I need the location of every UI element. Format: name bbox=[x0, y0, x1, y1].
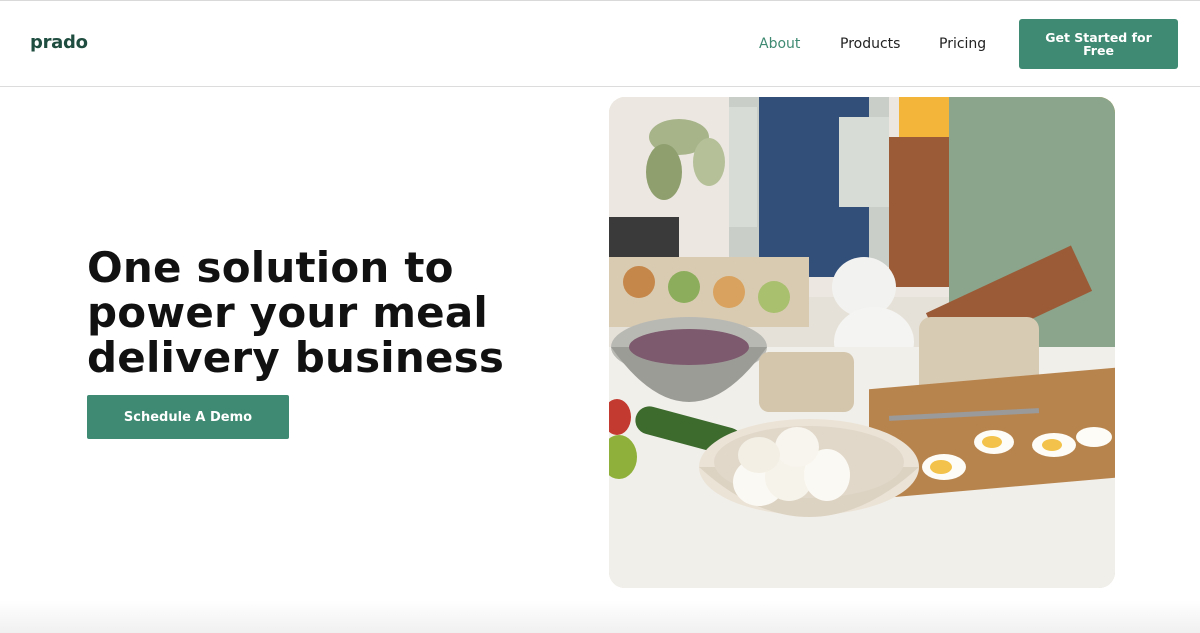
nav-link-pricing[interactable]: Pricing bbox=[939, 36, 986, 52]
hero-title: One solution to power your meal delivery… bbox=[87, 243, 505, 382]
meal-prep-illustration bbox=[609, 97, 1115, 588]
schedule-demo-button[interactable]: Schedule A Demo bbox=[87, 395, 289, 439]
nav-link-about[interactable]: About bbox=[759, 36, 800, 52]
logo[interactable]: prado bbox=[30, 32, 88, 53]
get-started-button[interactable]: Get Started for Free bbox=[1019, 19, 1178, 69]
section-divider-shadow bbox=[0, 600, 1200, 633]
page: prado About Products Pricing Get Started… bbox=[0, 0, 1200, 633]
nav-link-products[interactable]: Products bbox=[840, 36, 900, 52]
site-header: prado About Products Pricing Get Started… bbox=[0, 1, 1200, 87]
hero-image bbox=[609, 97, 1115, 588]
